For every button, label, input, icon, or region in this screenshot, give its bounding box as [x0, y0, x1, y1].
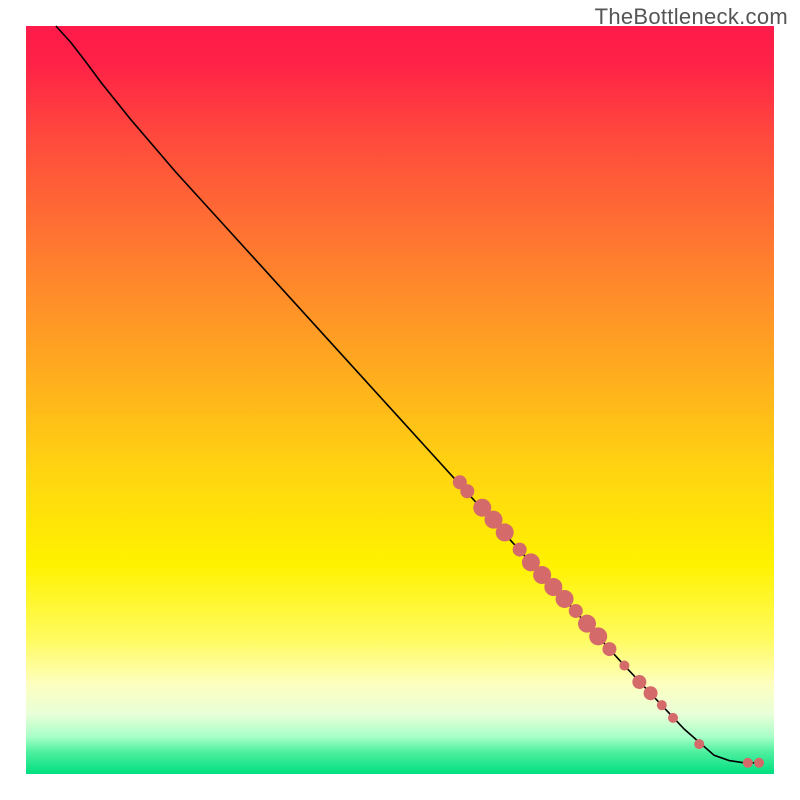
- scatter-point: [743, 758, 753, 768]
- scatter-point: [460, 484, 474, 498]
- scatter-point: [754, 758, 764, 768]
- chart-container: TheBottleneck.com: [0, 0, 800, 800]
- chart-svg: [0, 0, 800, 800]
- scatter-point: [694, 739, 704, 749]
- scatter-point: [632, 675, 646, 689]
- scatter-point: [657, 700, 667, 710]
- scatter-point: [556, 590, 574, 608]
- scatter-point: [619, 661, 629, 671]
- scatter-point: [496, 523, 514, 541]
- scatter-point: [569, 604, 583, 618]
- watermark-text: TheBottleneck.com: [595, 4, 788, 30]
- scatter-point: [644, 686, 658, 700]
- scatter-point: [602, 642, 616, 656]
- plot-background: [26, 26, 774, 774]
- scatter-point: [513, 543, 527, 557]
- scatter-point: [589, 627, 607, 645]
- scatter-point: [668, 713, 678, 723]
